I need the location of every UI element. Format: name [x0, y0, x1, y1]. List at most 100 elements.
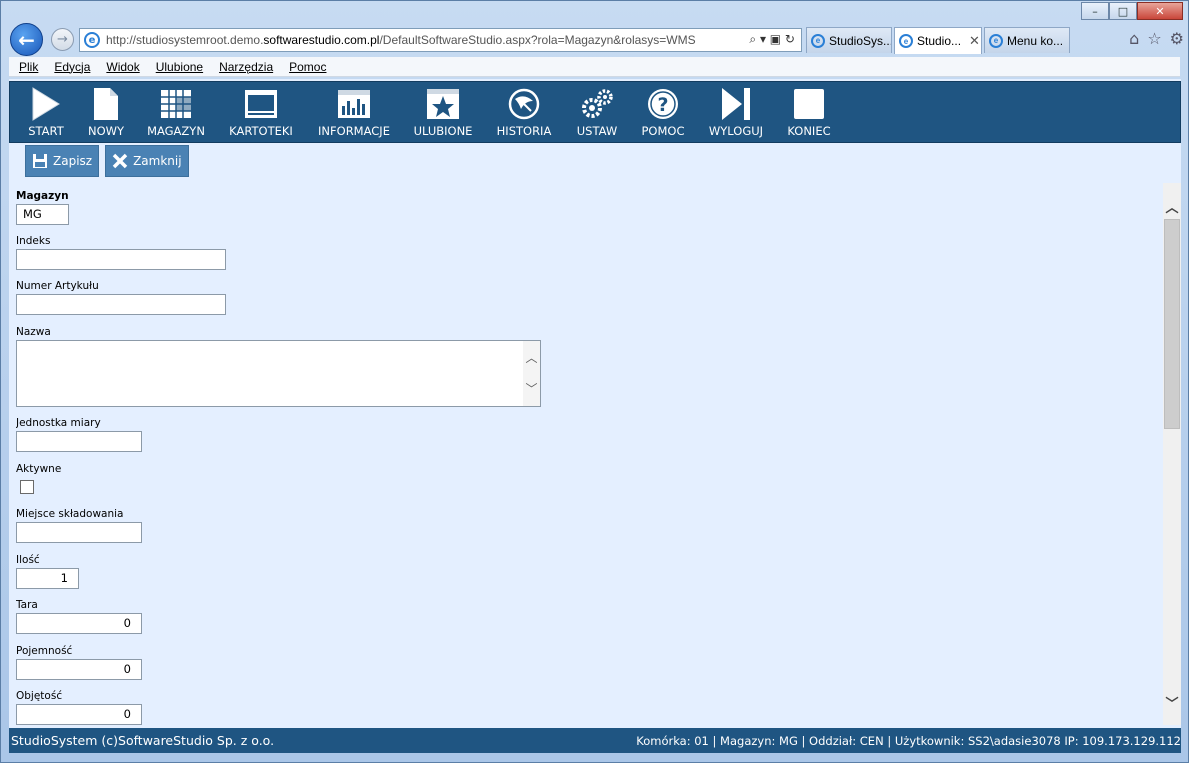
- textarea-scrollbar[interactable]: ︿ ﹀: [523, 341, 540, 406]
- close-x-icon: [111, 152, 129, 170]
- field-label: Ilość: [16, 554, 40, 566]
- menu-ulubione[interactable]: Ulubione: [156, 60, 203, 74]
- menu-edycja[interactable]: Edycja: [54, 60, 90, 74]
- address-bar[interactable]: e http://studiosystemroot.demo.softwares…: [79, 28, 802, 52]
- minimize-button[interactable]: –: [1081, 2, 1109, 20]
- chevron-down-icon[interactable]: ﹀: [525, 383, 537, 395]
- gears-icon: [580, 87, 614, 121]
- favorites-star-icon[interactable]: ☆: [1147, 29, 1161, 48]
- field-label: Numer Artykułu: [16, 280, 99, 292]
- forward-button[interactable]: →: [51, 28, 74, 51]
- chevron-up-icon[interactable]: ︿: [525, 352, 537, 364]
- pojemnosc-input[interactable]: 0: [16, 659, 142, 680]
- toolbar-ustaw[interactable]: USTAW: [562, 82, 632, 138]
- page-viewport: START NOWY MAGAZYN KARTOTEKI INFORMACJE …: [9, 79, 1181, 753]
- logout-icon: [719, 87, 753, 121]
- field-numer-artykulu: Numer Artykułu: [16, 280, 226, 315]
- scroll-up-icon[interactable]: ︿: [1163, 197, 1181, 216]
- miejsce-skladowania-input[interactable]: [16, 522, 142, 543]
- arrow-right-icon: →: [57, 32, 68, 47]
- menu-bar: Plik Edycja Widok Ulubione Narzędzia Pom…: [9, 57, 1180, 77]
- field-label: Nazwa: [16, 326, 51, 338]
- back-button[interactable]: ←: [10, 23, 43, 56]
- toolbar-start[interactable]: START: [18, 82, 74, 138]
- magazyn-input[interactable]: MG: [16, 204, 69, 225]
- page-scrollbar[interactable]: ︿ ﹀: [1163, 183, 1181, 725]
- tab-label: Menu ko...: [1007, 33, 1064, 48]
- scroll-thumb[interactable]: [1164, 219, 1180, 429]
- save-button[interactable]: Zapisz: [25, 145, 100, 177]
- article-form: Magazyn MG Indeks Numer Artykułu Nazwa ︿…: [16, 187, 1156, 725]
- window-controls: – □ ✕: [1081, 2, 1183, 20]
- toolbar-informacje[interactable]: INFORMACJE: [308, 82, 400, 138]
- help-icon: ?: [646, 87, 680, 121]
- menu-plik[interactable]: Plik: [19, 60, 38, 74]
- nazwa-textarea[interactable]: ︿ ﹀: [16, 340, 541, 407]
- field-label: Tara: [16, 599, 38, 611]
- tab-label: Studio...: [917, 34, 962, 48]
- tab-studiosys[interactable]: e StudioSys...: [806, 27, 892, 53]
- toolbar-magazyn[interactable]: MAGAZYN: [138, 82, 214, 138]
- field-objetosc: Objętość 0: [16, 690, 142, 725]
- browser-window: – □ ✕ ← → e http://studiosystemroot.demo…: [0, 0, 1189, 763]
- chart-icon: [337, 87, 371, 121]
- ie-icon: e: [989, 33, 1003, 48]
- ie-icon: e: [84, 32, 100, 48]
- field-magazyn: Magazyn MG: [16, 190, 69, 225]
- action-bar: Zapisz Zamknij: [25, 145, 189, 177]
- navigation-row: ← → e http://studiosystemroot.demo.softw…: [1, 21, 1188, 57]
- field-indeks: Indeks: [16, 235, 226, 270]
- ilosc-input[interactable]: 1: [16, 568, 79, 589]
- scroll-down-icon[interactable]: ﹀: [1163, 693, 1181, 712]
- field-label: Indeks: [16, 235, 51, 247]
- tab-label: StudioSys...: [829, 33, 892, 48]
- arrow-left-icon: ←: [18, 27, 35, 52]
- toolbar-wyloguj[interactable]: WYLOGUJ: [694, 82, 778, 138]
- toolbar-koniec[interactable]: KONIEC: [778, 82, 840, 138]
- menu-pomoc[interactable]: Pomoc: [289, 60, 326, 74]
- field-label: Magazyn: [16, 190, 69, 202]
- tab-menu-ko[interactable]: e Menu ko...: [984, 27, 1070, 53]
- home-icon[interactable]: ⌂: [1129, 29, 1139, 48]
- field-label: Aktywne: [16, 463, 62, 475]
- address-tools[interactable]: ⌕ ▾ ▣ ↻: [749, 32, 795, 47]
- menu-narzedzia[interactable]: Narzędzia: [219, 60, 273, 74]
- close-button[interactable]: Zamknij: [105, 145, 189, 177]
- maximize-button[interactable]: □: [1109, 2, 1137, 20]
- toolbar-pomoc[interactable]: ? POMOC: [632, 82, 694, 138]
- document-icon: [89, 87, 123, 121]
- field-nazwa: Nazwa ︿ ﹀: [16, 326, 541, 407]
- tab-studio-active[interactable]: e Studio... ✕: [894, 27, 982, 54]
- url-text: http://studiosystemroot.demo.softwarestu…: [106, 33, 696, 47]
- close-tab-icon[interactable]: ✕: [969, 33, 980, 49]
- window-icon: [244, 87, 278, 121]
- field-pojemnosc: Pojemność 0: [16, 645, 142, 680]
- toolbar-nowy[interactable]: NOWY: [74, 82, 138, 138]
- field-label: Pojemność: [16, 645, 73, 657]
- field-miejsce-skladowania: Miejsce składowania: [16, 508, 142, 543]
- aktywne-checkbox[interactable]: [20, 480, 34, 494]
- menu-widok[interactable]: Widok: [106, 60, 139, 74]
- status-bar: StudioSystem (c)SoftwareStudio Sp. z o.o…: [9, 728, 1181, 753]
- close-window-button[interactable]: ✕: [1137, 2, 1183, 20]
- jednostka-miary-input[interactable]: [16, 431, 142, 452]
- main-toolbar: START NOWY MAGAZYN KARTOTEKI INFORMACJE …: [9, 81, 1181, 143]
- field-label: Miejsce składowania: [16, 508, 124, 520]
- settings-gear-icon[interactable]: ⚙: [1170, 29, 1184, 48]
- toolbar-ulubione[interactable]: ULUBIONE: [400, 82, 486, 138]
- svg-text:?: ?: [657, 94, 668, 116]
- copyright-text: StudioSystem (c)SoftwareStudio Sp. z o.o…: [11, 733, 275, 748]
- indeks-input[interactable]: [16, 249, 226, 270]
- objetosc-input[interactable]: 0: [16, 704, 142, 725]
- field-label: Jednostka miary: [16, 417, 101, 429]
- history-icon: [507, 87, 541, 121]
- play-icon: [29, 87, 63, 121]
- floppy-disk-icon: [31, 152, 49, 170]
- stop-icon: [792, 87, 826, 121]
- session-info: Komórka: 01 | Magazyn: MG | Oddział: CEN…: [636, 733, 1181, 748]
- grid-icon: [159, 87, 193, 121]
- toolbar-historia[interactable]: HISTORIA: [486, 82, 562, 138]
- tara-input[interactable]: 0: [16, 613, 142, 634]
- numer-artykulu-input[interactable]: [16, 294, 226, 315]
- toolbar-kartoteki[interactable]: KARTOTEKI: [214, 82, 308, 138]
